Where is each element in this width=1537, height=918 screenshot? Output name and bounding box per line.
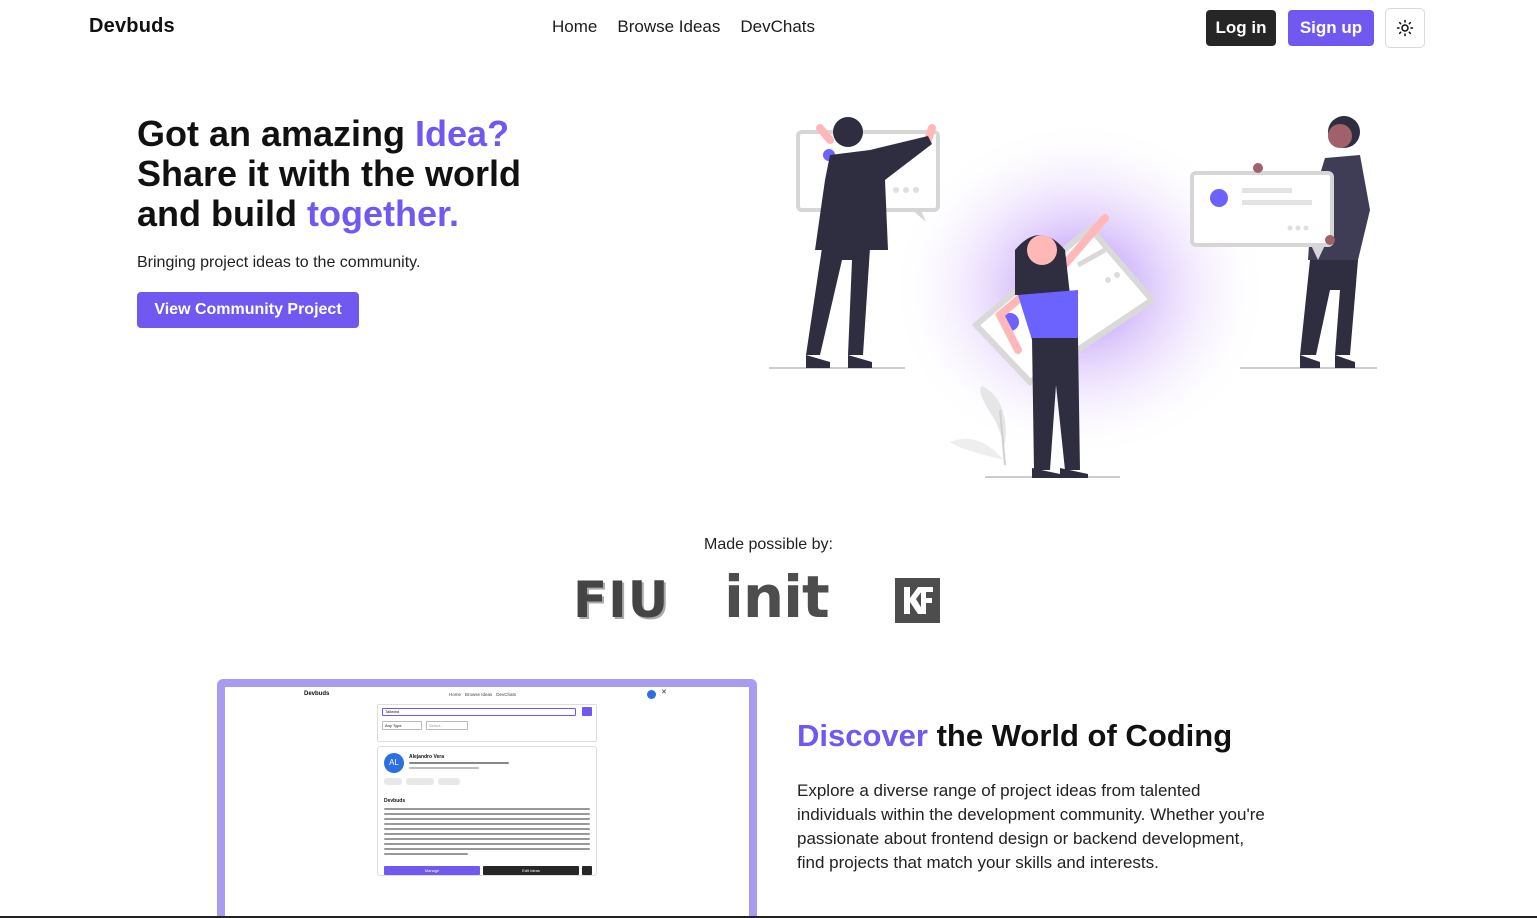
hero-line3-text: and build xyxy=(137,193,307,234)
app-preview-screenshot: Devbuds Home Browse Ideas DevChats ✕ Tai… xyxy=(225,687,749,918)
preview-edit-button: Edit Ideas xyxy=(483,866,579,875)
preview-search-input: Tailwind xyxy=(382,708,576,716)
preview-delete-icon xyxy=(582,866,592,875)
preview-close-icon: ✕ xyxy=(661,689,667,696)
nav-link-home[interactable]: Home xyxy=(552,17,597,37)
feature-heading: Discover the World of Coding xyxy=(797,718,1232,754)
nav-link-browse-ideas[interactable]: Browse Ideas xyxy=(617,17,720,37)
preview-search-icon xyxy=(582,707,592,716)
preview-brand: Devbuds xyxy=(304,691,330,697)
hero-line1-text: Got an amazing xyxy=(137,113,416,154)
preview-nav-links: Home Browse Ideas DevChats xyxy=(449,692,516,697)
preview-user-name: Alejandro Vera xyxy=(409,754,445,760)
brand-logo[interactable]: Devbuds xyxy=(89,15,175,38)
init-logo: init xyxy=(724,563,830,631)
view-community-project-button[interactable]: View Community Project xyxy=(137,292,359,328)
theme-toggle-button[interactable] xyxy=(1385,8,1425,48)
fiu-logo: FIU xyxy=(573,571,670,629)
kf-logo xyxy=(895,578,940,623)
preview-project-title: Devbuds xyxy=(384,798,406,804)
top-navbar: Devbuds Home Browse Ideas DevChats Log i… xyxy=(0,0,1537,56)
made-possible-by-heading: Made possible by: xyxy=(704,536,833,553)
hero-accent-idea: Idea? xyxy=(415,113,510,154)
signup-button[interactable]: Sign up xyxy=(1288,10,1374,46)
sun-icon xyxy=(1396,19,1414,37)
preview-link-devchats: DevChats xyxy=(496,692,517,697)
preview-idea-card: AL Alejandro Vera Devbuds Manage Edit Id… xyxy=(377,746,597,876)
preview-card-avatar: AL xyxy=(384,753,404,773)
hero-accent-together: together. xyxy=(306,193,459,234)
nav-link-devchats[interactable]: DevChats xyxy=(740,17,815,37)
preview-search-card: Tailwind Any Type Select... xyxy=(377,704,597,742)
hero-subtitle: Bringing project ideas to the community. xyxy=(137,254,421,271)
hero-heading: Got an amazing Idea? Share it with the w… xyxy=(137,114,617,234)
nav-links: Home Browse Ideas DevChats xyxy=(552,17,815,37)
preview-type-select: Any Type xyxy=(382,721,422,730)
hero-line2-text: Share it with the world xyxy=(137,153,522,194)
feature-heading-rest: the World of Coding xyxy=(927,718,1233,753)
hero-illustration xyxy=(769,116,1377,478)
preview-tag-select: Select... xyxy=(426,721,468,730)
preview-avatar xyxy=(647,690,656,699)
feature-heading-accent: Discover xyxy=(797,718,928,753)
login-button[interactable]: Log in xyxy=(1206,10,1276,46)
feature-description: Explore a diverse range of project ideas… xyxy=(797,781,1265,872)
preview-manage-button: Manage xyxy=(384,866,480,875)
preview-link-home: Home xyxy=(449,692,462,697)
app-preview-frame: Devbuds Home Browse Ideas DevChats ✕ Tai… xyxy=(217,679,757,918)
preview-link-browse: Browse Ideas xyxy=(465,692,493,697)
